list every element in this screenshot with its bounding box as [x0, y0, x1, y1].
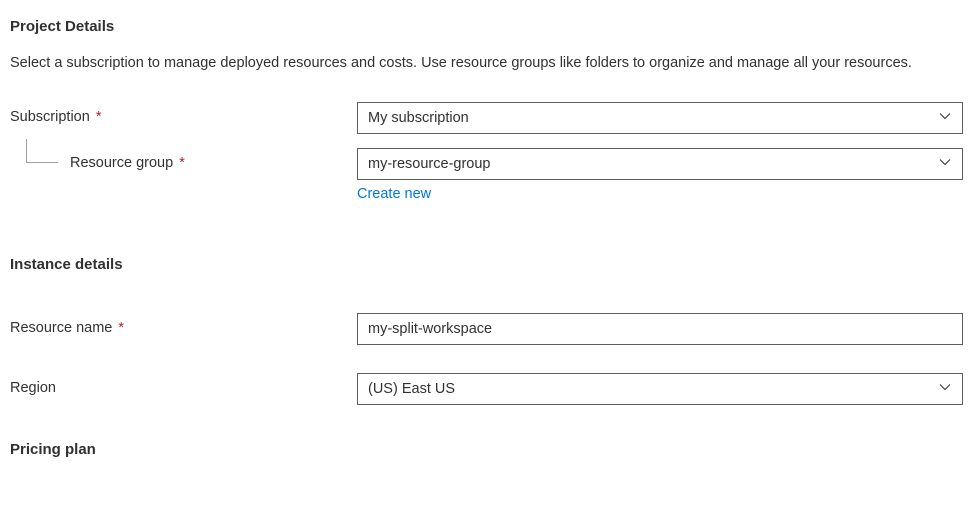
resource-name-label: Resource name * [10, 313, 357, 336]
pricing-plan-heading: Pricing plan [10, 441, 963, 458]
subscription-select-value: My subscription [368, 110, 469, 126]
resource-name-label-text: Resource name [10, 320, 112, 336]
subscription-label: Subscription * [10, 102, 357, 125]
region-select-value: (US) East US [368, 381, 455, 397]
chevron-down-icon [938, 380, 952, 398]
required-indicator: * [96, 109, 102, 125]
create-new-link[interactable]: Create new [357, 186, 431, 202]
resource-group-label-col: Resource group * [10, 148, 357, 171]
instance-details-heading: Instance details [10, 256, 963, 273]
subscription-label-text: Subscription [10, 109, 90, 125]
required-indicator: * [179, 155, 185, 171]
region-select[interactable]: (US) East US [357, 373, 963, 405]
project-details-heading: Project Details [10, 18, 963, 35]
chevron-down-icon [938, 155, 952, 173]
resource-group-row: Resource group * my-resource-group Creat… [10, 148, 963, 202]
resource-name-row: Resource name * [10, 313, 963, 345]
chevron-down-icon [938, 109, 952, 127]
required-indicator: * [118, 320, 124, 336]
resource-group-label-text: Resource group [70, 155, 173, 171]
tree-connector-icon [26, 139, 58, 163]
resource-group-select[interactable]: my-resource-group [357, 148, 963, 180]
subscription-row: Subscription * My subscription [10, 102, 963, 134]
region-label-text: Region [10, 380, 56, 396]
subscription-select[interactable]: My subscription [357, 102, 963, 134]
resource-name-input[interactable] [357, 313, 963, 345]
project-details-description: Select a subscription to manage deployed… [10, 53, 950, 74]
resource-group-select-value: my-resource-group [368, 156, 491, 172]
region-label: Region [10, 373, 357, 396]
region-row: Region (US) East US [10, 373, 963, 405]
